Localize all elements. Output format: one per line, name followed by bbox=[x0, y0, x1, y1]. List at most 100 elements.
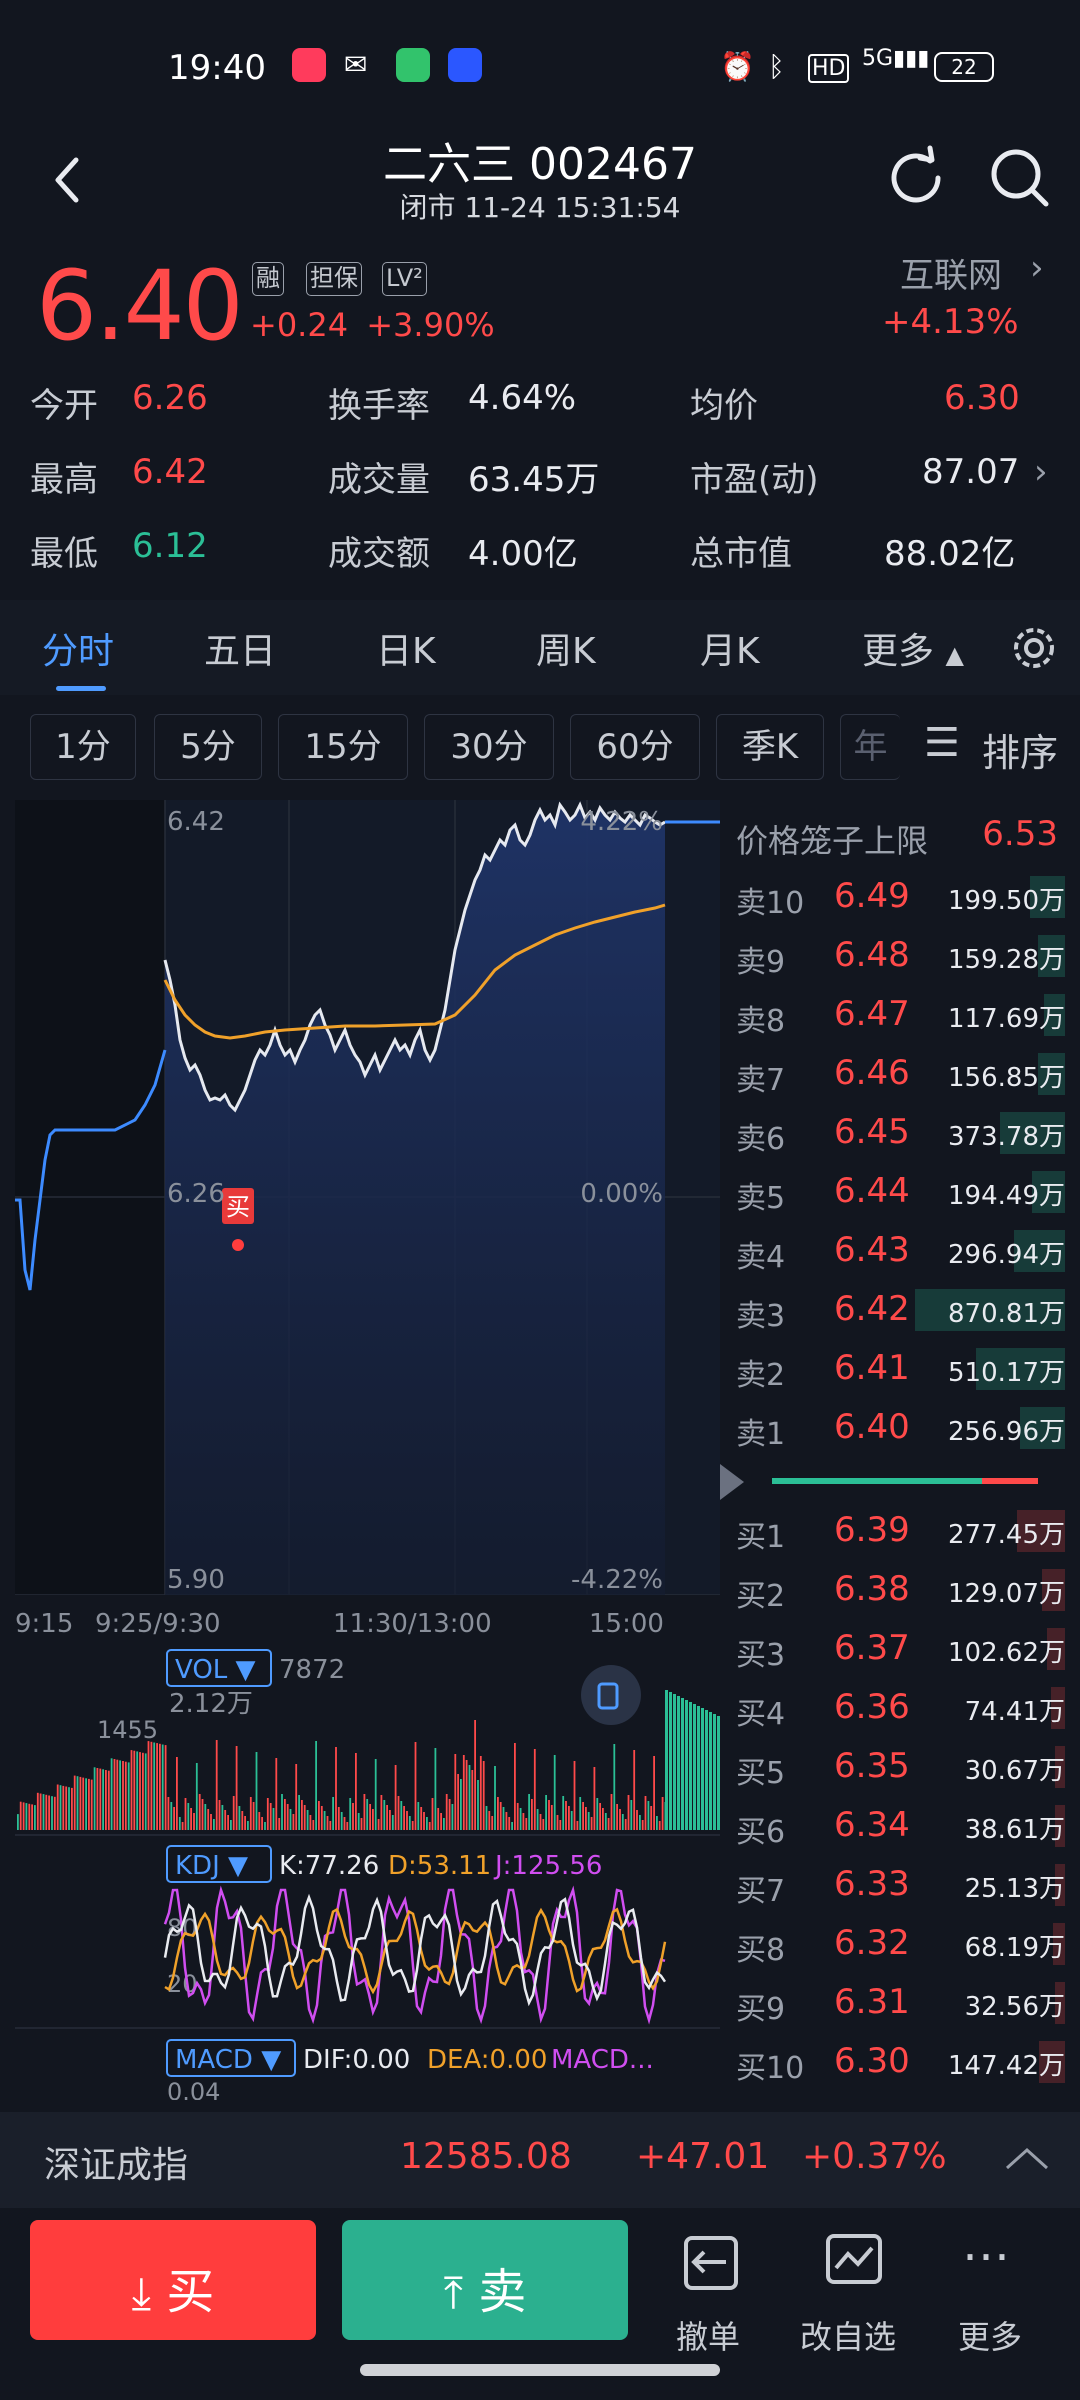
tab-monthly-k[interactable]: 月K bbox=[700, 622, 760, 674]
refresh-icon[interactable] bbox=[880, 142, 952, 214]
buy-button[interactable]: ⤓ 买 bbox=[30, 2220, 316, 2340]
ask-row[interactable]: 卖6 6.45 373.78万 bbox=[720, 1104, 1065, 1162]
bid-row[interactable]: 买9 6.31 32.56万 bbox=[720, 1974, 1065, 2032]
volume-bar bbox=[275, 1758, 278, 1830]
tab-five-day[interactable]: 五日 bbox=[204, 622, 276, 674]
volume-bar bbox=[210, 1814, 212, 1830]
volume-bar bbox=[397, 1796, 400, 1830]
volume-bar bbox=[136, 1751, 139, 1830]
sell-button[interactable]: ⤒ 卖 bbox=[342, 2220, 628, 2340]
ask-row[interactable]: 卖7 6.46 156.85万 bbox=[720, 1045, 1065, 1103]
ask-row[interactable]: 卖1 6.40 256.96万 bbox=[720, 1399, 1065, 1457]
tab-more[interactable]: 更多 ▲ bbox=[862, 622, 964, 674]
more-button[interactable]: 更多 bbox=[958, 2312, 1022, 2358]
period-30min[interactable]: 30分 bbox=[424, 714, 554, 780]
chevron-up-icon[interactable] bbox=[1004, 2144, 1050, 2172]
ask-volume: 870.81万 bbox=[948, 1299, 1065, 1329]
volume-bar bbox=[406, 1811, 408, 1830]
bid-price: 6.31 bbox=[834, 1982, 910, 2022]
volume-bar bbox=[318, 1801, 320, 1830]
bid-row[interactable]: 买6 6.34 38.61万 bbox=[720, 1797, 1065, 1855]
period-year[interactable]: 年 bbox=[840, 714, 900, 780]
change-amount: +0.24 bbox=[250, 306, 349, 344]
bid-row[interactable]: 买5 6.35 30.67万 bbox=[720, 1738, 1065, 1796]
bid-row[interactable]: 买1 6.39 277.45万 bbox=[720, 1502, 1065, 1560]
bid-volume: 32.56万 bbox=[964, 1992, 1065, 2022]
bid-row[interactable]: 买4 6.36 74.41万 bbox=[720, 1679, 1065, 1737]
ask-price: 6.46 bbox=[834, 1053, 910, 1093]
volume-bar bbox=[542, 1819, 545, 1830]
tab-weekly-k[interactable]: 周K bbox=[536, 622, 596, 674]
bid-volume: 147.42万 bbox=[948, 2051, 1065, 2081]
bid-price: 6.33 bbox=[834, 1864, 910, 1904]
bid-row[interactable]: 买10 6.30 147.42万 bbox=[720, 2033, 1065, 2091]
edit-watchlist-button[interactable]: 改自选 bbox=[800, 2312, 896, 2358]
cancel-order-button[interactable]: 撤单 bbox=[676, 2312, 740, 2358]
ask-price: 6.45 bbox=[834, 1112, 910, 1152]
volume-bar bbox=[144, 1753, 147, 1830]
more-icon[interactable]: ⋯ bbox=[962, 2228, 1016, 2284]
undo-order-icon[interactable] bbox=[680, 2232, 742, 2294]
ask-level: 卖1 bbox=[736, 1417, 786, 1452]
ask-row[interactable]: 卖4 6.43 296.94万 bbox=[720, 1222, 1065, 1280]
ask-volume: 199.50万 bbox=[948, 886, 1065, 916]
vol-aux: 1455 bbox=[97, 1716, 158, 1744]
period-1min[interactable]: 1分 bbox=[30, 714, 136, 780]
ask-row[interactable]: 卖8 6.47 117.69万 bbox=[720, 986, 1065, 1044]
bid-row[interactable]: 买7 6.33 25.13万 bbox=[720, 1856, 1065, 1914]
volume-bar bbox=[565, 1801, 567, 1830]
volume-bar bbox=[579, 1797, 582, 1830]
menu-icon[interactable]: ☰ bbox=[924, 720, 960, 766]
vol-max: 2.12万 bbox=[169, 1689, 253, 1719]
ask-row[interactable]: 卖10 6.49 199.50万 bbox=[720, 868, 1065, 926]
search-icon[interactable] bbox=[984, 142, 1056, 214]
chevron-right-icon[interactable]: › bbox=[1030, 248, 1044, 288]
sector-link[interactable]: 互联网 bbox=[900, 248, 1002, 297]
chevron-right-icon[interactable]: › bbox=[1034, 452, 1048, 492]
volume-bar bbox=[176, 1757, 178, 1830]
volume-bar bbox=[340, 1812, 343, 1830]
gear-icon[interactable] bbox=[1008, 622, 1060, 674]
intraday-chart[interactable]: 买 6.42 6.26 5.90 4.22% 0.00% -4.22% 9:15… bbox=[15, 800, 720, 2106]
volume-bar bbox=[482, 1761, 485, 1830]
ask-row[interactable]: 卖3 6.42 870.81万 bbox=[720, 1281, 1065, 1339]
bid-level: 买8 bbox=[736, 1933, 786, 1968]
volume-bar bbox=[79, 1776, 82, 1830]
ask-row[interactable]: 卖2 6.41 510.17万 bbox=[720, 1340, 1065, 1398]
volume-bar bbox=[289, 1809, 292, 1830]
bid-row[interactable]: 买2 6.38 129.07万 bbox=[720, 1561, 1065, 1619]
volume-bar bbox=[366, 1799, 369, 1830]
ask-row[interactable]: 卖9 6.48 159.28万 bbox=[720, 927, 1065, 985]
volume-bar bbox=[107, 1770, 110, 1830]
ask-price: 6.42 bbox=[834, 1289, 910, 1329]
stat-label: 成交额 bbox=[328, 534, 430, 574]
tab-daily-k[interactable]: 日K bbox=[376, 622, 436, 674]
period-60min[interactable]: 60分 bbox=[570, 714, 700, 780]
volume-bar bbox=[178, 1817, 181, 1830]
volume-bar bbox=[306, 1810, 309, 1830]
volume-bar bbox=[528, 1794, 530, 1830]
ask-volume: 510.17万 bbox=[948, 1358, 1065, 1388]
bid-row[interactable]: 买3 6.37 102.62万 bbox=[720, 1620, 1065, 1678]
volume-bar bbox=[585, 1807, 587, 1830]
bid-row[interactable]: 买8 6.32 68.19万 bbox=[720, 1915, 1065, 1973]
volume-bar bbox=[689, 1702, 692, 1830]
play-icon[interactable] bbox=[720, 1464, 744, 1504]
edit-watchlist-icon[interactable] bbox=[822, 2230, 888, 2292]
volume-bar bbox=[116, 1759, 119, 1830]
ask-row[interactable]: 卖5 6.44 194.49万 bbox=[720, 1163, 1065, 1221]
sort-button[interactable]: 排序 bbox=[982, 722, 1058, 777]
volume-bar bbox=[389, 1810, 391, 1830]
period-15min[interactable]: 15分 bbox=[278, 714, 408, 780]
period-5min[interactable]: 5分 bbox=[154, 714, 262, 780]
bid-volume: 102.62万 bbox=[948, 1638, 1065, 1668]
period-season-k[interactable]: 季K bbox=[716, 714, 824, 780]
volume-bar bbox=[122, 1761, 124, 1830]
volume-bar bbox=[292, 1814, 295, 1830]
alarm-icon: ⏰ bbox=[720, 50, 755, 83]
index-ticker[interactable]: 深证成指 12585.08 +47.01 +0.37% bbox=[0, 2112, 1080, 2208]
volume-bar bbox=[485, 1806, 488, 1830]
volume-bar bbox=[232, 1796, 235, 1830]
tab-intraday[interactable]: 分时 bbox=[42, 622, 114, 674]
volume-bar bbox=[593, 1767, 596, 1830]
